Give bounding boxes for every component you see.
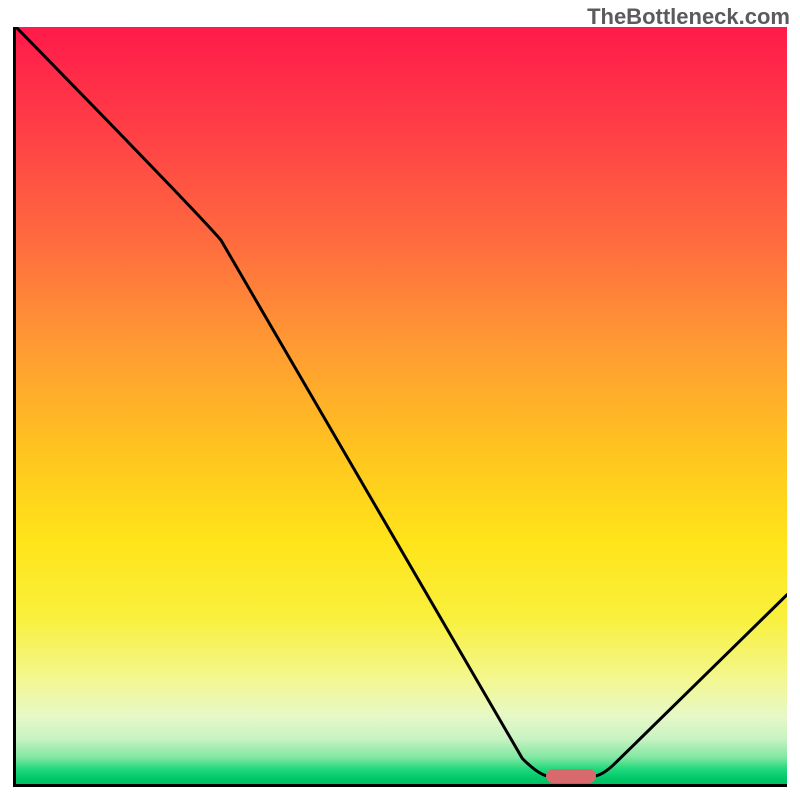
watermark-text: TheBottleneck.com [587,4,790,30]
plot-area [13,27,787,787]
chart-container: TheBottleneck.com [0,0,800,800]
optimal-marker [546,769,596,783]
bottleneck-curve [16,27,787,784]
